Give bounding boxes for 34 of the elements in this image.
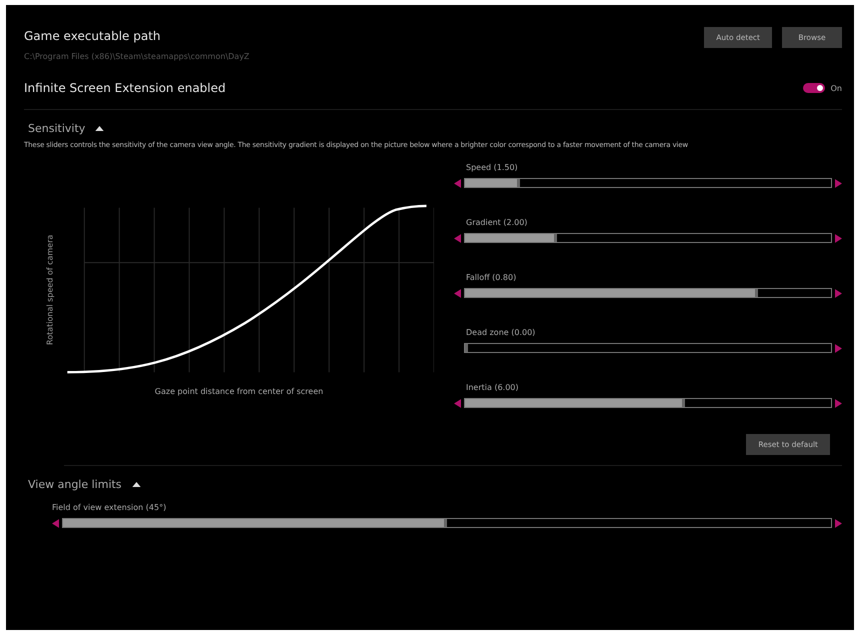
slider-track[interactable] xyxy=(464,398,832,408)
toggle-state: On xyxy=(830,84,842,92)
slider-track[interactable] xyxy=(464,288,832,298)
section-title: View angle limits xyxy=(28,478,122,491)
slider-track[interactable] xyxy=(464,233,832,243)
axis-label: Gaze point distance from center of screen xyxy=(154,387,324,396)
slider-label: Dead zone (0.00) xyxy=(465,328,536,337)
decrease-arrow-icon[interactable] xyxy=(52,518,59,528)
setting-label: Game executable path xyxy=(24,29,162,43)
slider-label: Falloff (0.80) xyxy=(465,273,518,282)
slider-label: Speed (1.50) xyxy=(465,163,519,172)
increase-arrow-icon[interactable] xyxy=(835,398,842,408)
path-text: C:\Program Files (x86)\Steam\steamapps\common\DayZ xyxy=(24,52,250,61)
increase-arrow-icon[interactable] xyxy=(835,178,842,188)
increase-arrow-icon[interactable] xyxy=(835,344,842,352)
increase-arrow-icon[interactable] xyxy=(835,518,842,528)
slider-track[interactable] xyxy=(464,178,832,188)
increase-arrow-icon[interactable] xyxy=(835,288,842,298)
slider-label: Field of view extension (45°) xyxy=(52,503,168,512)
increase-arrow-icon[interactable] xyxy=(835,234,842,242)
setting-label: Infinite Screen Extension enabled xyxy=(24,81,226,95)
axis-label: Rotational speed of camera xyxy=(44,234,56,348)
section-title: Sensitivity xyxy=(28,122,86,135)
collapse-icon[interactable] xyxy=(132,482,141,487)
slider-label: Inertia (6.00) xyxy=(465,383,520,392)
slider-label: Gradient (2.00) xyxy=(465,218,528,227)
collapse-icon[interactable] xyxy=(95,126,104,131)
slider-track[interactable] xyxy=(464,343,832,353)
decrease-arrow-icon[interactable] xyxy=(454,234,461,242)
decrease-arrow-icon[interactable] xyxy=(454,288,461,298)
slider-track[interactable] xyxy=(62,518,832,528)
toggle-switch[interactable] xyxy=(802,83,825,93)
decrease-arrow-icon[interactable] xyxy=(454,178,461,188)
decrease-arrow-icon[interactable] xyxy=(454,398,461,408)
